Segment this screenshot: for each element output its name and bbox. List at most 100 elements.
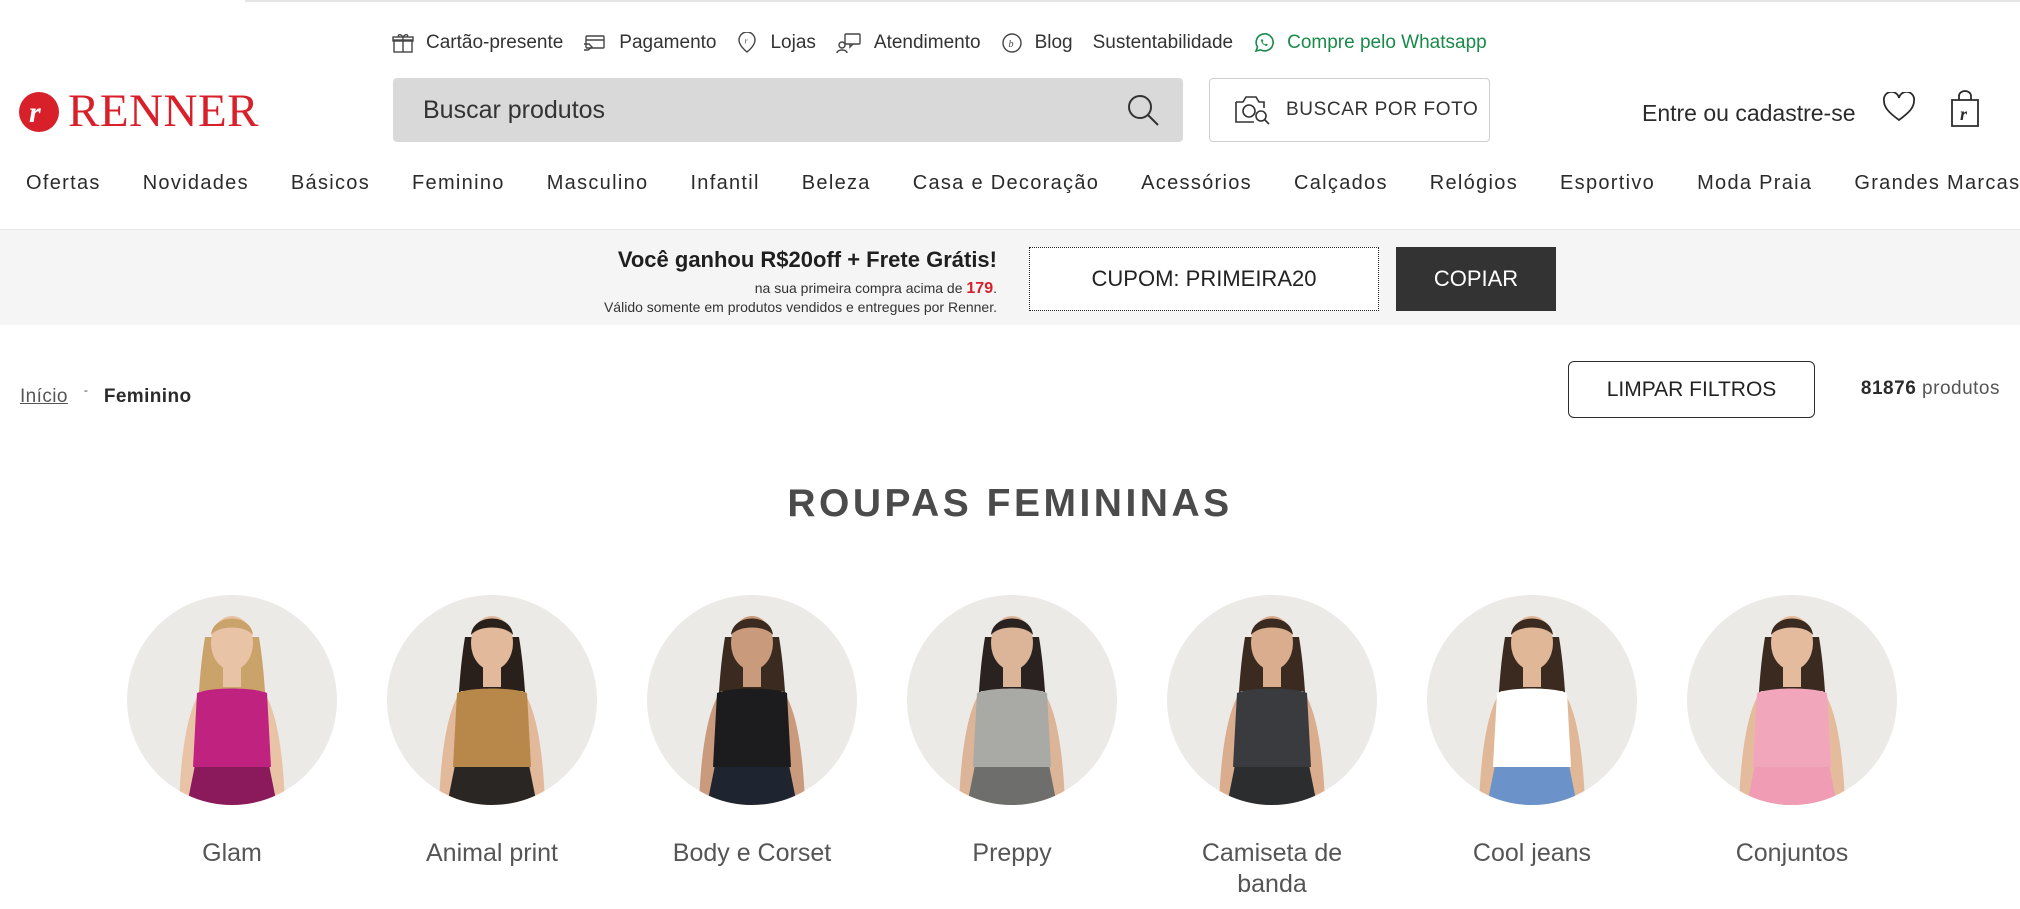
nav-infantil[interactable]: Infantil	[690, 172, 759, 195]
cart-button[interactable]: r	[1948, 90, 1982, 133]
search-input[interactable]	[393, 78, 1103, 142]
payment-icon	[584, 35, 605, 51]
nav-calcados[interactable]: Calçados	[1294, 172, 1388, 195]
stores-label: Lojas	[770, 32, 816, 53]
model-top	[1233, 688, 1311, 767]
category-label: Preppy	[972, 839, 1052, 867]
model-top	[1753, 688, 1831, 767]
chat-icon	[836, 33, 861, 54]
nav-casa-decoracao[interactable]: Casa e Decoração	[913, 172, 1099, 195]
category-item[interactable]: Camiseta de banda	[1167, 595, 1377, 900]
model-bottom	[1487, 765, 1577, 805]
model-top	[1493, 688, 1571, 767]
breadcrumb: Início - Feminino	[20, 383, 192, 408]
gift-card-link[interactable]: Cartão-presente	[392, 32, 563, 54]
wishlist-button[interactable]	[1882, 90, 1916, 127]
model-bottom	[1747, 765, 1837, 805]
utility-bar: Cartão-presente Pagamento r Lojas Atendi…	[392, 28, 1507, 58]
nav-ofertas[interactable]: Ofertas	[26, 172, 101, 195]
blog-link[interactable]: b Blog	[1001, 32, 1073, 54]
category-label: Cool jeans	[1472, 839, 1592, 867]
svg-text:b: b	[1008, 39, 1013, 50]
nav-moda-praia[interactable]: Moda Praia	[1697, 172, 1812, 195]
model-photo	[1479, 616, 1585, 805]
category-item[interactable]: Body e Corset	[647, 595, 857, 900]
nav-masculino[interactable]: Masculino	[547, 172, 649, 195]
category-label: Animal print	[426, 839, 558, 867]
sustainability-link[interactable]: Sustentabilidade	[1093, 32, 1234, 54]
category-item[interactable]: Glam	[127, 595, 337, 900]
category-label: Camiseta de banda	[1201, 839, 1343, 898]
category-carousel: Glam Animal print Body e Corset Preppy C…	[127, 595, 1897, 900]
model-photo	[959, 616, 1065, 805]
category-image	[1167, 595, 1377, 805]
category-item[interactable]: Animal print	[387, 595, 597, 900]
category-label: Conjuntos	[1735, 839, 1849, 867]
clear-filters-button[interactable]: LIMPAR FILTROS	[1568, 361, 1815, 418]
model-top	[973, 688, 1051, 767]
main-nav: Ofertas Novidades Básicos Feminino Mascu…	[26, 172, 2020, 195]
top-divider	[245, 0, 2020, 2]
category-image	[1687, 595, 1897, 805]
svg-text:r: r	[29, 96, 41, 129]
promo-line1-suffix: .	[993, 280, 997, 296]
promo-title: Você ganhou R$20off + Frete Grátis!	[617, 247, 997, 272]
page-title: ROUPAS FEMININAS	[787, 482, 1233, 525]
category-image	[907, 595, 1117, 805]
promo-text: Você ganhou R$20off + Frete Grátis! na s…	[604, 247, 997, 317]
support-label: Atendimento	[873, 32, 981, 53]
model-top	[193, 688, 271, 767]
breadcrumb-home[interactable]: Início	[20, 386, 68, 408]
model-bottom	[967, 765, 1057, 805]
nav-esportivo[interactable]: Esportivo	[1560, 172, 1655, 195]
promo-line1-prefix: na sua primeira compra acima de	[754, 280, 967, 296]
store-pin-icon: r	[738, 32, 757, 53]
nav-novidades[interactable]: Novidades	[143, 172, 249, 195]
nav-basicos[interactable]: Básicos	[291, 172, 370, 195]
model-top	[713, 688, 791, 767]
blog-icon: b	[1001, 33, 1022, 53]
model-photo	[699, 616, 805, 805]
renner-logo[interactable]: r RENNER	[18, 88, 259, 135]
blog-label: Blog	[1034, 32, 1073, 53]
search-icon	[1128, 95, 1159, 126]
category-label: Glam	[202, 839, 262, 867]
category-item[interactable]: Preppy	[907, 595, 1117, 900]
stores-link[interactable]: r Lojas	[736, 32, 816, 54]
payment-link[interactable]: Pagamento	[583, 32, 716, 54]
login-link[interactable]: Entre ou cadastre-se	[1642, 100, 1856, 127]
nav-grandes-marcas[interactable]: Grandes Marcas	[1854, 172, 2020, 195]
model-bottom	[707, 765, 797, 805]
category-image	[1427, 595, 1637, 805]
search-button[interactable]	[1103, 78, 1183, 142]
renner-r-icon: r	[19, 91, 59, 132]
model-top	[453, 688, 531, 767]
nav-relogios[interactable]: Relógios	[1430, 172, 1518, 195]
svg-text:r: r	[1960, 104, 1968, 124]
search-bar	[393, 78, 1183, 142]
product-count: 81876 produtos	[1861, 378, 2000, 400]
whatsapp-link[interactable]: Compre pelo Whatsapp	[1253, 32, 1487, 54]
model-photo	[439, 616, 545, 805]
photo-search-label: BUSCAR POR FOTO	[1286, 99, 1479, 120]
sustainability-label: Sustentabilidade	[1092, 32, 1234, 53]
nav-acessorios[interactable]: Acessórios	[1141, 172, 1252, 195]
promo-line2: Válido somente em produtos vendidos e en…	[603, 299, 997, 315]
category-image	[127, 595, 337, 805]
support-link[interactable]: Atendimento	[836, 32, 981, 54]
coupon-code: CUPOM: PRIMEIRA20	[1029, 247, 1379, 311]
category-item[interactable]: Cool jeans	[1427, 595, 1637, 900]
category-item[interactable]: Conjuntos	[1687, 595, 1897, 900]
model-photo	[179, 616, 285, 805]
breadcrumb-current: Feminino	[103, 386, 192, 407]
gift-icon	[392, 34, 414, 53]
breadcrumb-separator: -	[83, 383, 88, 397]
model-photo	[1739, 616, 1845, 805]
payment-label: Pagamento	[619, 32, 717, 53]
photo-search-button[interactable]: BUSCAR POR FOTO	[1209, 78, 1490, 142]
copy-coupon-button[interactable]: COPIAR	[1396, 247, 1556, 311]
nav-feminino[interactable]: Feminino	[412, 172, 505, 195]
category-image	[647, 595, 857, 805]
promo-conditions: na sua primeira compra acima de 179. Vál…	[604, 279, 997, 317]
nav-beleza[interactable]: Beleza	[802, 172, 871, 195]
